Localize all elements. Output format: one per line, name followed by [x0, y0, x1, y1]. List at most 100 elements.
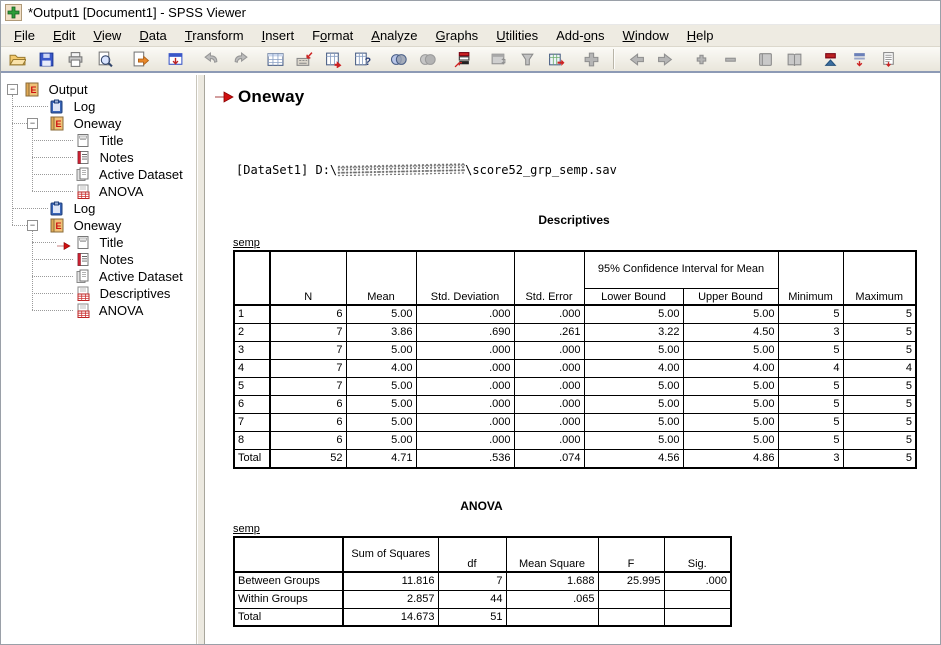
table-row: 7 6 5.00 .000 .000 5.00 5.00 5 5	[234, 413, 916, 431]
cell: 5	[843, 305, 916, 323]
replace-button[interactable]	[415, 48, 439, 70]
collapse-expander-icon[interactable]: −	[7, 84, 18, 95]
select-last-output-button[interactable]	[580, 48, 604, 70]
menu-graphs[interactable]: Graphs	[427, 26, 488, 45]
insert-title-button[interactable]	[847, 48, 871, 70]
sidebar-item-log[interactable]: Log	[1, 98, 196, 115]
recall-dialogs-button[interactable]	[164, 48, 188, 70]
cell: .000	[416, 341, 514, 359]
redo-button[interactable]	[228, 48, 252, 70]
cell: 5.00	[683, 413, 778, 431]
menu-insert[interactable]: Insert	[253, 26, 304, 45]
print-button[interactable]	[64, 48, 88, 70]
designate-window-button[interactable]	[486, 48, 510, 70]
find-button[interactable]	[386, 48, 410, 70]
use-sets-button[interactable]	[451, 48, 475, 70]
svg-text:E: E	[56, 119, 62, 129]
save-button[interactable]	[35, 48, 59, 70]
sidebar-item-log[interactable]: Log	[1, 200, 196, 217]
insert-text-button[interactable]	[876, 48, 900, 70]
cell: 4.00	[584, 359, 683, 377]
cell: 5.00	[346, 395, 416, 413]
sidebar-item-anova[interactable]: ANOVA	[1, 183, 196, 200]
sidebar-item-notes[interactable]: Notes	[1, 251, 196, 268]
row-label: 4	[234, 359, 270, 377]
row-label: 1	[234, 305, 270, 323]
cell: 2.857	[343, 590, 438, 608]
cell: .000	[514, 305, 584, 323]
sidebar-item-title[interactable]: Title	[1, 132, 196, 149]
anova-table[interactable]: Sum of Squares df Mean Square F Sig. Bet…	[233, 536, 732, 627]
descriptives-table[interactable]: N Mean Std. Deviation Std. Error 95% Con…	[233, 250, 917, 469]
row-label: Total	[234, 608, 343, 626]
menu-utilities[interactable]: Utilities	[487, 26, 547, 45]
variable-info-button[interactable]: ?	[351, 48, 375, 70]
column-header: df	[438, 537, 506, 572]
menu-transform[interactable]: Transform	[176, 26, 253, 45]
menu-view[interactable]: View	[84, 26, 130, 45]
sidebar-item-anova[interactable]: ANOVA	[1, 302, 196, 319]
table-row: 3 7 5.00 .000 .000 5.00 5.00 5 5	[234, 341, 916, 359]
menu-addons[interactable]: Add-ons	[547, 26, 613, 45]
title-page-icon	[75, 133, 91, 148]
menu-help[interactable]: Help	[678, 26, 723, 45]
hide-button[interactable]	[783, 48, 807, 70]
table-row: 6 6 5.00 .000 .000 5.00 5.00 5 5	[234, 395, 916, 413]
pane-splitter[interactable]	[197, 75, 205, 644]
menu-file[interactable]: File	[5, 26, 44, 45]
svg-text:E: E	[56, 221, 62, 231]
cell: .000	[514, 341, 584, 359]
sidebar-item-output[interactable]: − E Output	[1, 81, 196, 98]
table-row: Within Groups 2.857 44 .065	[234, 590, 731, 608]
descriptives-stub-header	[234, 251, 270, 305]
sidebar-item-title-current[interactable]: Title	[1, 234, 196, 251]
menu-analyze[interactable]: Analyze	[362, 26, 426, 45]
cell: 5.00	[346, 341, 416, 359]
cell: 5	[843, 377, 916, 395]
cell: 5.00	[683, 305, 778, 323]
cell: 5.00	[683, 377, 778, 395]
menu-edit[interactable]: Edit	[44, 26, 84, 45]
promote-button[interactable]	[625, 48, 649, 70]
menu-window[interactable]: Window	[614, 26, 678, 45]
menu-data[interactable]: Data	[130, 26, 175, 45]
cell: 7	[270, 359, 346, 377]
demote-button[interactable]	[654, 48, 678, 70]
export-output-button[interactable]	[128, 48, 152, 70]
sidebar-item-oneway[interactable]: − E Oneway	[1, 115, 196, 132]
menu-format[interactable]: Format	[303, 26, 362, 45]
anova-table-caption: semp	[233, 523, 730, 535]
goto-data-button[interactable]	[264, 48, 288, 70]
show-button[interactable]	[754, 48, 778, 70]
goto-case-button[interactable]	[293, 48, 317, 70]
collapse-expander-icon[interactable]: −	[27, 220, 38, 231]
sidebar-item-descriptives[interactable]: Descriptives	[1, 285, 196, 302]
row-label: Within Groups	[234, 590, 343, 608]
collapse-expander-icon[interactable]: −	[27, 118, 38, 129]
print-preview-button[interactable]	[93, 48, 117, 70]
goto-table-button[interactable]	[544, 48, 568, 70]
sidebar-item-active-dataset[interactable]: Active Dataset	[1, 268, 196, 285]
insert-heading-button[interactable]	[818, 48, 842, 70]
cell: 1.688	[506, 572, 598, 590]
cell: 7	[270, 323, 346, 341]
expand-button[interactable]	[689, 48, 713, 70]
table-row: 5 7 5.00 .000 .000 5.00 5.00 5 5	[234, 377, 916, 395]
column-header: Mean Square	[506, 537, 598, 572]
sidebar-item-notes[interactable]: Notes	[1, 149, 196, 166]
collapse-button[interactable]	[718, 48, 742, 70]
sidebar-item-active-dataset[interactable]: Active Dataset	[1, 166, 196, 183]
table-page-icon	[75, 286, 91, 301]
cell: .000	[514, 359, 584, 377]
show-filter-button[interactable]	[515, 48, 539, 70]
cell: .000	[416, 359, 514, 377]
row-label: 6	[234, 395, 270, 413]
row-label: 3	[234, 341, 270, 359]
open-button[interactable]	[6, 48, 30, 70]
column-header: N	[270, 251, 346, 305]
sidebar-item-label: Descriptives	[100, 286, 171, 301]
undo-button[interactable]	[199, 48, 223, 70]
variables-button[interactable]	[322, 48, 346, 70]
sidebar-item-oneway[interactable]: − E Oneway	[1, 217, 196, 234]
sidebar-item-label: Log	[74, 201, 96, 216]
